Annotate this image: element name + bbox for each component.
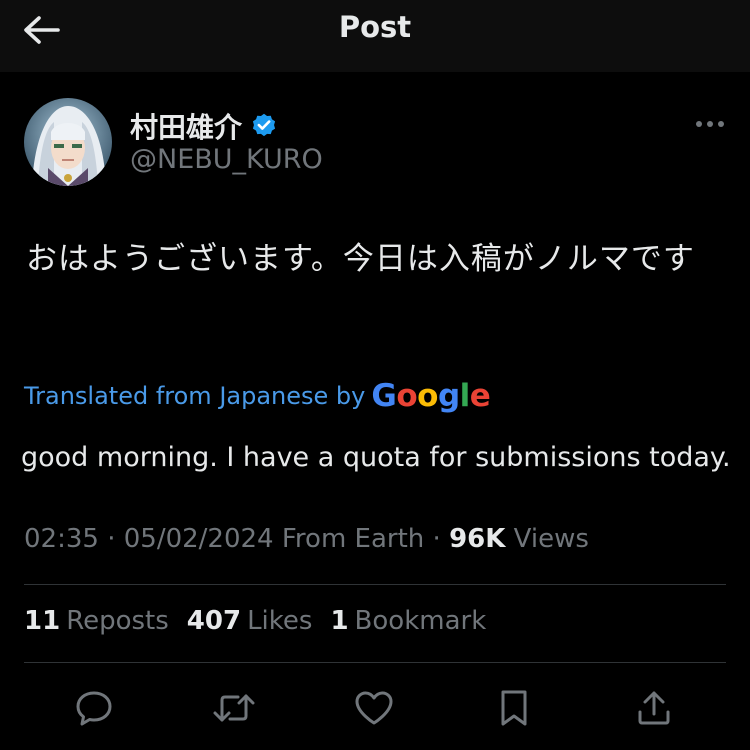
bookmark-icon [501, 690, 527, 726]
more-options-button[interactable] [690, 110, 730, 138]
translated-label: Translated from Japanese by [24, 382, 366, 410]
google-logo: Google [371, 378, 491, 414]
repost-button[interactable] [212, 686, 256, 730]
author-name: 村田雄介 [130, 111, 243, 144]
author-name-row[interactable]: 村田雄介 [130, 106, 278, 146]
reposts-stat[interactable]: 11 Reposts [24, 606, 169, 636]
bookmarks-stat[interactable]: 1 Bookmark [330, 606, 486, 636]
like-heart-icon [355, 691, 393, 725]
tweet-text: おはようございます。今日は入稿がノルマです [26, 241, 695, 277]
avatar[interactable] [24, 98, 112, 186]
meta-separator: · [424, 524, 450, 554]
share-icon [638, 691, 670, 725]
reply-icon [76, 691, 112, 726]
views-count: 96K [449, 524, 506, 554]
like-button[interactable] [352, 686, 396, 730]
translated-text: good morning. I have a quota for submiss… [21, 442, 731, 473]
post-date[interactable]: 05/02/2024 [124, 524, 274, 554]
likes-stat[interactable]: 407 Likes [187, 606, 313, 636]
share-button[interactable] [632, 686, 676, 730]
page-title: Post [338, 10, 412, 44]
post-meta: 02:35 · 05/02/2024 From Earth · 96K View… [24, 524, 589, 554]
bookmark-button[interactable] [492, 686, 536, 730]
meta-separator: · [98, 524, 124, 554]
translation-attribution[interactable]: Translated from Japanese by Google [24, 378, 491, 414]
verified-badge-icon [252, 113, 276, 137]
post-location: From Earth [281, 524, 425, 554]
author-handle[interactable]: @NEBU_KURO [130, 144, 323, 175]
post-detail-page: Post 村田雄介 @NEBU_KURO おはようございます。今日は入稿がノルマ… [0, 0, 750, 750]
post-time[interactable]: 02:35 [24, 524, 99, 554]
engagement-stats: 11 Reposts 407 Likes 1 Bookmark [24, 606, 486, 636]
repost-icon [213, 694, 255, 722]
divider [24, 584, 726, 585]
more-dots-icon [696, 121, 724, 127]
reply-button[interactable] [72, 686, 116, 730]
divider [24, 662, 726, 663]
top-bar: Post [0, 0, 750, 72]
views-label: Views [513, 524, 589, 554]
